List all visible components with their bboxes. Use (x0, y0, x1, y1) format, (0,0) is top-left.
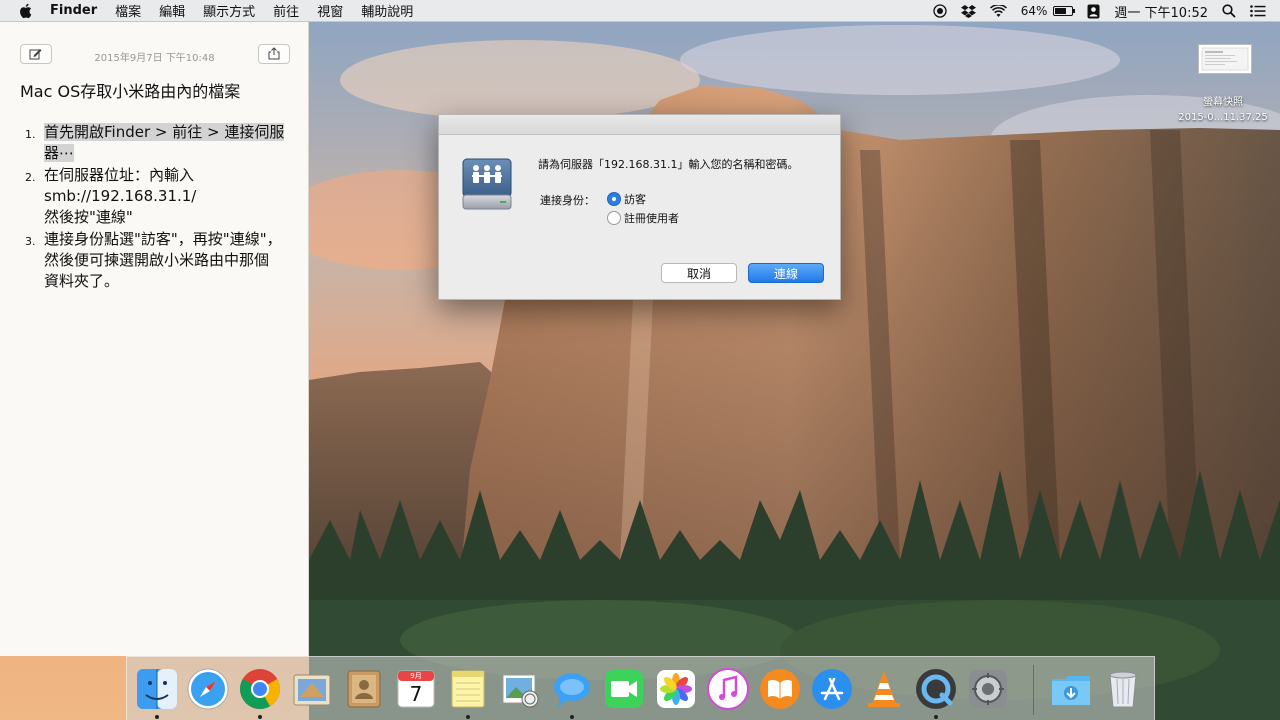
list-item-text: 連接身份點選"訪客"，再按"連線"， (44, 230, 282, 248)
safari-icon[interactable] (186, 667, 230, 711)
list-number: 3. (25, 235, 36, 248)
screenshot-file-icon[interactable] (1198, 44, 1252, 74)
battery-percent: 64% (1020, 4, 1048, 18)
share-button[interactable] (258, 44, 290, 64)
server-icon (462, 157, 512, 213)
connect-as-label: 連接身份： (540, 194, 595, 207)
contacts-icon[interactable] (342, 667, 386, 711)
list-item-text: 然後按"連線" (44, 208, 133, 226)
list-item-text: 首先開啟Finder > 前往 > 連接伺服器⋯ (44, 123, 285, 162)
list-item[interactable]: 2. 在伺服器位址：內輸入 smb://192.168.31.1/ 然後按"連線… (20, 165, 295, 228)
user-icon[interactable] (1087, 4, 1100, 19)
calendar-month: 9月 (410, 672, 422, 680)
cancel-button[interactable]: 取消 (661, 263, 737, 283)
photos-icon[interactable] (654, 667, 698, 711)
preview-icon[interactable] (498, 667, 542, 711)
screenshot-file-date: 2015-0...11.37.25 (1178, 112, 1268, 123)
list-item-text: 然後便可揀選開啟小米路由中那個 (44, 251, 270, 269)
running-indicator (258, 715, 262, 719)
notes-toolbar: 2015年9月7日 下午10:48 (0, 22, 308, 64)
dialog-titlebar[interactable] (439, 115, 840, 135)
dialog-prompt: 請為伺服器「192.168.31.1」輸入您的名稱和密碼。 (538, 158, 799, 171)
radio-registered-user[interactable]: 註冊使用者 (607, 210, 679, 226)
dock: 9月 7 (126, 656, 1155, 720)
ibooks-icon[interactable] (758, 667, 802, 711)
list-number: 2. (25, 171, 36, 184)
apple-icon[interactable] (16, 2, 34, 20)
radio-guest[interactable]: 訪客 (607, 191, 646, 207)
notes-icon[interactable] (446, 667, 490, 719)
finder-icon[interactable] (135, 667, 179, 719)
downloads-folder-icon[interactable] (1049, 667, 1093, 711)
list-item-text: 在伺服器位址：內輸入 (44, 166, 195, 184)
menu-go[interactable]: 前往 (273, 1, 299, 20)
radio-guest-label: 訪客 (624, 193, 646, 206)
appstore-icon[interactable] (810, 667, 854, 711)
list-item[interactable]: 3. 連接身份點選"訪客"，再按"連線"， 然後便可揀選開啟小米路由中那個 資料… (20, 229, 295, 292)
quicktime-icon[interactable] (914, 667, 958, 719)
system-preferences-icon[interactable] (966, 667, 1010, 711)
running-indicator (466, 715, 470, 719)
menu-view[interactable]: 顯示方式 (203, 1, 255, 20)
share-icon (268, 45, 280, 64)
note-title[interactable]: Mac OS存取小米路由內的檔案 (20, 78, 240, 102)
notification-center-icon[interactable] (1250, 5, 1266, 17)
clock[interactable]: 週一 下午10:52 (1114, 2, 1208, 21)
screenshot-file-name: 螢幕快照 (1203, 97, 1243, 108)
menubar: Finder 檔案 編輯 顯示方式 前往 視窗 輔助說明 64% 週一 下午10… (0, 0, 1280, 22)
running-indicator (934, 715, 938, 719)
record-icon[interactable] (933, 4, 947, 18)
running-indicator (570, 715, 574, 719)
calendar-day: 7 (409, 682, 423, 706)
menu-window[interactable]: 視窗 (317, 1, 343, 20)
battery-icon[interactable] (1053, 6, 1076, 16)
trash-icon[interactable] (1101, 667, 1145, 711)
facetime-icon[interactable] (602, 667, 646, 711)
screenshot-file-label[interactable]: 螢幕快照 2015-0...11.37.25 (1166, 95, 1280, 125)
menu-edit[interactable]: 編輯 (159, 1, 185, 20)
connect-server-dialog: 請為伺服器「192.168.31.1」輸入您的名稱和密碼。 連接身份： 訪客 註… (438, 114, 841, 300)
vlc-icon[interactable] (862, 667, 906, 711)
radio-registered-user-label: 註冊使用者 (624, 212, 679, 225)
dropbox-icon[interactable] (960, 4, 976, 18)
notes-window: 2015年9月7日 下午10:48 Mac OS存取小米路由內的檔案 1. 首先… (0, 22, 309, 656)
mail-icon[interactable] (290, 667, 334, 711)
list-item[interactable]: 1. 首先開啟Finder > 前往 > 連接伺服器⋯ (20, 122, 295, 164)
menu-app-name[interactable]: Finder (50, 3, 97, 18)
radio-button-registered-user[interactable] (607, 211, 621, 225)
calendar-icon[interactable]: 9月 7 (394, 667, 438, 711)
list-number: 1. (25, 128, 36, 141)
connect-button[interactable]: 連線 (748, 263, 824, 283)
itunes-icon[interactable] (706, 667, 750, 711)
wifi-icon[interactable] (989, 4, 1007, 18)
dock-separator (1033, 665, 1034, 715)
messages-icon[interactable] (550, 667, 594, 719)
list-item-text: smb://192.168.31.1/ (44, 187, 197, 205)
running-indicator (155, 715, 159, 719)
spotlight-icon[interactable] (1222, 4, 1236, 18)
menu-help[interactable]: 輔助說明 (361, 1, 413, 20)
chrome-icon[interactable] (238, 667, 282, 719)
note-list[interactable]: 1. 首先開啟Finder > 前往 > 連接伺服器⋯ 2. 在伺服器位址：內輸… (20, 122, 295, 293)
menu-file[interactable]: 檔案 (115, 1, 141, 20)
radio-button-guest[interactable] (607, 192, 621, 206)
list-item-text: 資料夾了。 (44, 272, 120, 290)
